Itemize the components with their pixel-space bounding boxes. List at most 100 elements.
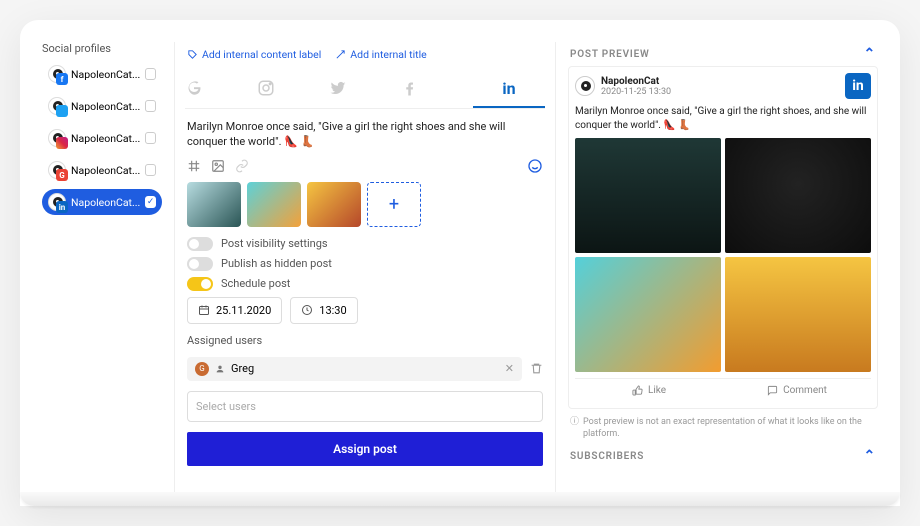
assign-post-button[interactable]: Assign post (187, 432, 543, 466)
tab-linkedin[interactable]: in (473, 71, 545, 108)
comment-label: Comment (783, 385, 827, 396)
emoji-icon[interactable] (527, 158, 543, 174)
link-text: Add internal title (350, 48, 426, 61)
avatar: in (48, 193, 66, 211)
app-screen: Social profiles f NapoleonCat... Napoleo… (42, 42, 878, 492)
preview-date: 2020-11-25 13:30 (601, 87, 671, 97)
profile-name: NapoleonCat... (71, 100, 140, 113)
profile-name: NapoleonCat... (71, 132, 140, 145)
composer-panel: Add internal content label Add internal … (174, 42, 556, 492)
section-title: SUBSCRIBERS (570, 451, 644, 462)
like-button[interactable]: Like (575, 379, 723, 402)
toggle-label: Publish as hidden post (221, 257, 332, 270)
subscribers-header[interactable]: SUBSCRIBERS ⌃ (568, 444, 878, 468)
user-chip[interactable]: G Greg ✕ (187, 357, 522, 381)
section-title: POST PREVIEW (570, 49, 650, 60)
composer-topbar: Add internal content label Add internal … (185, 42, 545, 67)
profiles-heading: Social profiles (42, 42, 162, 55)
add-title-link[interactable]: Add internal title (335, 48, 426, 61)
preview-text: Marilyn Monroe once said, "Give a girl t… (575, 105, 871, 132)
select-users-input[interactable]: Select users (187, 391, 543, 422)
hidden-toggle-row: Publish as hidden post (187, 257, 543, 271)
preview-images (575, 138, 871, 372)
profile-gg[interactable]: G NapoleonCat... (42, 157, 162, 183)
schedule-fields: 25.11.2020 13:30 (187, 297, 543, 324)
profile-fb[interactable]: f NapoleonCat... (42, 61, 162, 87)
avatar (48, 97, 66, 115)
user-avatar-icon: G (195, 362, 209, 376)
checkbox[interactable] (145, 132, 156, 144)
checkbox[interactable] (145, 68, 156, 80)
preview-header[interactable]: POST PREVIEW ⌃ (568, 42, 878, 66)
profile-name: NapoleonCat... (71, 68, 140, 81)
profile-name: NapoleonCat... (71, 164, 140, 177)
visibility-toggle[interactable] (187, 237, 213, 251)
tab-facebook[interactable] (401, 71, 473, 108)
schedule-toggle[interactable] (187, 277, 213, 291)
chevron-up-icon: ⌃ (863, 46, 876, 62)
toggle-label: Schedule post (221, 277, 290, 290)
instagram-icon (56, 137, 68, 149)
preview-head: NapoleonCat 2020-11-25 13:30 in (575, 73, 871, 99)
add-content-label-link[interactable]: Add internal content label (187, 48, 321, 61)
avatar (48, 129, 66, 147)
media-thumbnails: + (187, 182, 543, 227)
tab-instagram[interactable] (257, 71, 329, 108)
person-icon (215, 364, 225, 374)
twitter-icon (56, 105, 68, 117)
comment-button[interactable]: Comment (723, 379, 871, 402)
hidden-toggle[interactable] (187, 257, 213, 271)
disclaimer-text: Post preview is not an exact representat… (583, 417, 876, 440)
trash-icon[interactable] (530, 362, 543, 375)
avatar: G (48, 161, 66, 179)
post-text[interactable]: Marilyn Monroe once said, "Give a girl t… (187, 119, 543, 150)
preview-image-1 (575, 138, 721, 253)
info-icon: ⓘ (570, 417, 579, 440)
composer-body: Marilyn Monroe once said, "Give a girl t… (185, 109, 545, 476)
date-value: 25.11.2020 (216, 304, 271, 317)
thumbnail-1[interactable] (187, 182, 241, 227)
remove-user-icon[interactable]: ✕ (505, 362, 514, 375)
preview-image-3 (575, 257, 721, 372)
preview-image-2 (725, 138, 871, 253)
profile-name: NapoleonCat... (71, 196, 140, 209)
like-label: Like (648, 385, 666, 396)
checkbox[interactable] (145, 164, 156, 176)
thumbnail-2[interactable] (247, 182, 301, 227)
profile-tw[interactable]: NapoleonCat... (42, 93, 162, 119)
composer-tools (187, 150, 543, 178)
preview-panel: POST PREVIEW ⌃ NapoleonCat 2020-11-25 13… (568, 42, 878, 492)
profile-li[interactable]: in NapoleonCat... (42, 189, 162, 215)
preview-actions: Like Comment (575, 378, 871, 402)
date-field[interactable]: 25.11.2020 (187, 297, 282, 324)
link-icon[interactable] (235, 159, 249, 173)
laptop-frame: Social profiles f NapoleonCat... Napoleo… (20, 20, 900, 506)
image-icon[interactable] (211, 159, 225, 173)
tab-google[interactable] (185, 71, 257, 108)
preview-account: NapoleonCat (601, 76, 671, 87)
google-icon: G (56, 169, 68, 181)
visibility-toggle-row: Post visibility settings (187, 237, 543, 251)
post-preview-card: NapoleonCat 2020-11-25 13:30 in Marilyn … (568, 66, 878, 409)
checkbox-checked[interactable] (145, 196, 156, 208)
time-field[interactable]: 13:30 (290, 297, 357, 324)
profile-ig[interactable]: NapoleonCat... (42, 125, 162, 151)
linkedin-badge-icon: in (845, 73, 871, 99)
tab-twitter[interactable] (329, 71, 401, 108)
time-value: 13:30 (319, 304, 346, 317)
thumbnail-3[interactable] (307, 182, 361, 227)
network-tabs: in (185, 71, 545, 109)
left-panel: Social profiles f NapoleonCat... Napoleo… (42, 42, 162, 492)
checkbox[interactable] (145, 100, 156, 112)
user-name: Greg (231, 362, 254, 375)
assigned-users-heading: Assigned users (187, 334, 543, 347)
toggle-label: Post visibility settings (221, 237, 328, 250)
laptop-base (20, 492, 900, 506)
preview-info: NapoleonCat 2020-11-25 13:30 (601, 76, 671, 97)
linkedin-icon: in (56, 201, 68, 213)
chevron-up-icon: ⌃ (863, 448, 876, 464)
facebook-icon: f (56, 73, 68, 85)
crop-icon[interactable] (187, 159, 201, 173)
preview-image-4 (725, 257, 871, 372)
add-media-button[interactable]: + (367, 182, 421, 227)
